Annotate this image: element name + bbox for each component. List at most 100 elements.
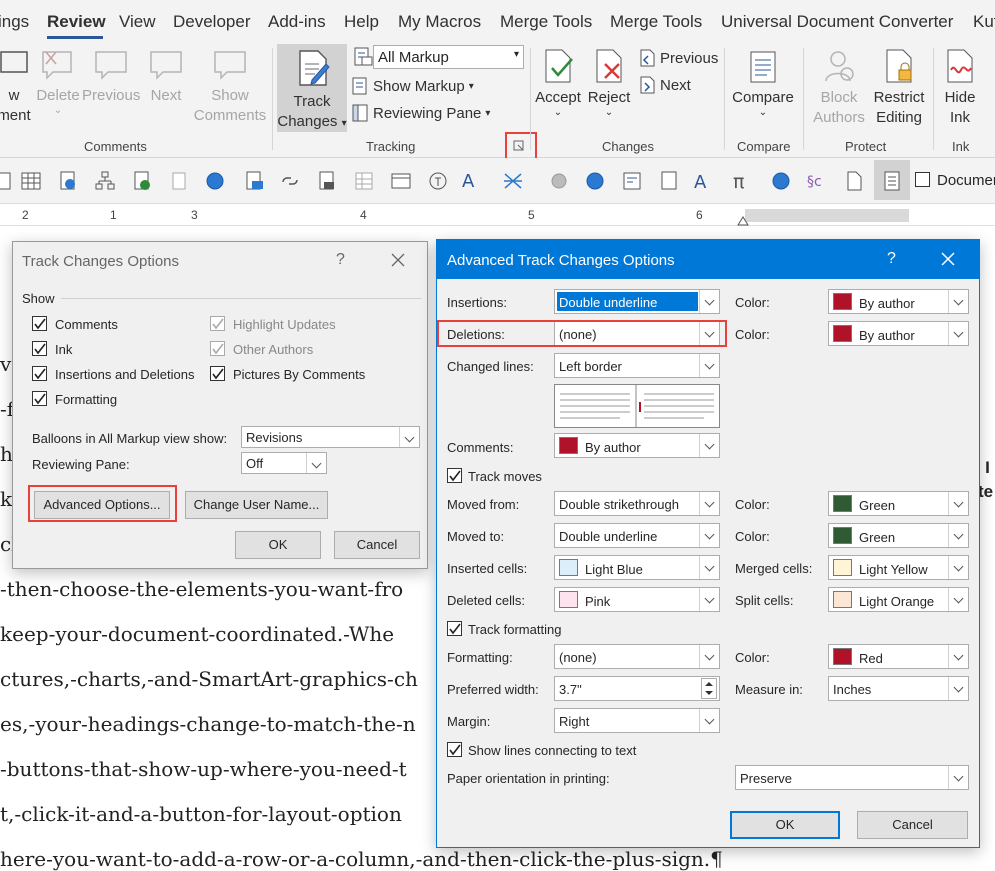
moved-from-color-select[interactable]: Green — [828, 491, 969, 516]
compare-arrow: ⌄ — [758, 107, 768, 118]
moved-from-select[interactable]: Double strikethrough — [554, 491, 720, 516]
circle-blue-icon-3[interactable] — [770, 170, 792, 192]
arrows-icon[interactable] — [502, 170, 524, 192]
moved-to-color-value: Green — [859, 530, 896, 545]
check-document-icon[interactable] — [131, 170, 153, 192]
edit-doc-icon[interactable] — [621, 170, 643, 192]
circle-blue-icon[interactable] — [204, 170, 226, 192]
new-page-icon[interactable] — [843, 170, 865, 192]
balloons-select[interactable]: Revisions — [241, 426, 420, 448]
tab-universal-document-converter[interactable]: Universal Document Converter — [721, 12, 953, 32]
spinner-buttons[interactable] — [701, 678, 717, 699]
accept-button[interactable]: Accept ⌄ — [533, 48, 583, 118]
comments-color-select[interactable]: By author — [554, 433, 720, 458]
show-lines-checkbox[interactable] — [447, 742, 462, 757]
cancel-button[interactable]: Cancel — [857, 811, 968, 839]
measure-in-select[interactable]: Inches — [828, 676, 969, 701]
ruler[interactable]: 2 1 3 4 5 6 7 — [0, 204, 995, 226]
help-button[interactable]: ? — [887, 250, 896, 268]
inserted-cells-value: Light Blue — [585, 562, 643, 577]
track-formatting-checkbox[interactable] — [447, 621, 462, 636]
form-icon[interactable] — [168, 170, 190, 192]
merged-cells-select[interactable]: Light Yellow — [828, 555, 969, 580]
close-icon[interactable] — [941, 252, 955, 266]
moved-to-select[interactable]: Double underline — [554, 523, 720, 548]
show-markup-button[interactable]: Show Markup ▾ — [351, 76, 474, 96]
circle-blue-icon-2[interactable] — [584, 170, 606, 192]
print-doc-icon[interactable] — [316, 170, 338, 192]
translate-icon[interactable]: §c — [806, 170, 828, 192]
ok-button[interactable]: OK — [730, 811, 840, 839]
link-icon[interactable] — [279, 170, 301, 192]
next-change-button[interactable]: Next — [638, 75, 691, 95]
restrict-editing-button[interactable]: Restrict Editing — [868, 48, 930, 128]
reject-button[interactable]: Reject ⌄ — [585, 48, 633, 118]
changed-lines-select[interactable]: Left border — [554, 353, 720, 378]
currency-icon[interactable] — [427, 170, 449, 192]
margin-select[interactable]: Right — [554, 708, 720, 733]
table-icon[interactable] — [20, 170, 42, 192]
page-icon[interactable] — [0, 170, 16, 192]
track-moves-checkbox[interactable] — [447, 468, 462, 483]
tab-review[interactable]: Review — [47, 12, 106, 32]
markup-view-select[interactable]: All Markup ▾ — [373, 45, 524, 69]
comments-checkbox[interactable] — [32, 316, 47, 331]
show-comments-button[interactable]: Show Comments — [192, 48, 268, 126]
ok-button[interactable]: OK — [235, 531, 321, 559]
document-checkbox[interactable] — [915, 172, 930, 187]
grid-doc-icon[interactable] — [353, 170, 375, 192]
right-indent-marker-icon[interactable] — [737, 214, 749, 226]
hierarchy-icon[interactable] — [94, 170, 116, 192]
insertions-color-select[interactable]: By author — [828, 289, 969, 314]
display-for-review-icon — [352, 46, 374, 68]
block-authors-button[interactable]: Block Authors — [808, 48, 870, 128]
tab-merge-tools-1[interactable]: Merge Tools — [500, 12, 592, 32]
show-section-label: Show — [22, 291, 55, 306]
bookmark-doc-icon[interactable] — [658, 170, 680, 192]
deletions-color-select[interactable]: By author — [828, 321, 969, 346]
reviewing-pane-button[interactable]: Reviewing Pane ▾ — [351, 103, 490, 123]
formatting-select[interactable]: (none) — [554, 644, 720, 669]
track-changes-button[interactable]: Track Changes ▾ — [277, 44, 347, 132]
tab-help[interactable]: Help — [344, 12, 379, 32]
mail-doc-icon[interactable] — [243, 170, 265, 192]
paper-orientation-select[interactable]: Preserve — [735, 765, 969, 790]
pi-symbol-icon[interactable]: π — [731, 170, 753, 192]
compare-button[interactable]: Compare ⌄ — [728, 48, 798, 118]
tab-mailings[interactable]: ings — [0, 12, 29, 32]
tab-view[interactable]: View — [119, 12, 156, 32]
next-comment-button[interactable]: Next — [143, 48, 189, 106]
circle-gray-icon[interactable] — [548, 170, 570, 192]
insertions-select[interactable]: Double underline — [554, 289, 720, 314]
cancel-button[interactable]: Cancel — [334, 531, 420, 559]
document-lines-icon[interactable] — [881, 170, 903, 192]
formatting-checkbox[interactable] — [32, 391, 47, 406]
help-button[interactable]: ? — [336, 251, 345, 269]
tab-merge-tools-2[interactable]: Merge Tools — [610, 12, 702, 32]
previous-change-button[interactable]: Previous — [638, 48, 718, 68]
text-style-icon[interactable]: A — [694, 170, 716, 192]
tab-add-ins[interactable]: Add-ins — [268, 12, 326, 32]
tab-my-macros[interactable]: My Macros — [398, 12, 481, 32]
font-color-icon[interactable]: A — [461, 170, 483, 192]
inserted-cells-select[interactable]: Light Blue — [554, 555, 720, 580]
tab-developer[interactable]: Developer — [173, 12, 251, 32]
preferred-width-spinner[interactable]: 3.7" — [554, 676, 720, 701]
formatting-color-select[interactable]: Red — [828, 644, 969, 669]
new-comment-button[interactable]: w ment — [0, 48, 34, 126]
document-info-icon[interactable] — [57, 170, 79, 192]
moved-to-color-select[interactable]: Green — [828, 523, 969, 548]
deleted-cells-select[interactable]: Pink — [554, 587, 720, 612]
change-user-name-button[interactable]: Change User Name... — [185, 491, 328, 519]
tab-kutools[interactable]: Kut — [973, 12, 995, 32]
delete-comment-button[interactable]: Delete ⌄ — [33, 48, 83, 116]
hide-ink-button[interactable]: Hide Ink — [936, 48, 984, 128]
reviewing-pane-select[interactable]: Off — [241, 452, 327, 474]
pictures-by-comments-checkbox[interactable] — [210, 366, 225, 381]
previous-comment-button[interactable]: Previous — [82, 48, 140, 106]
insertions-deletions-checkbox[interactable] — [32, 366, 47, 381]
frame-icon[interactable] — [390, 170, 412, 192]
close-icon[interactable] — [391, 253, 405, 267]
split-cells-select[interactable]: Light Orange — [828, 587, 969, 612]
ink-checkbox[interactable] — [32, 341, 47, 356]
